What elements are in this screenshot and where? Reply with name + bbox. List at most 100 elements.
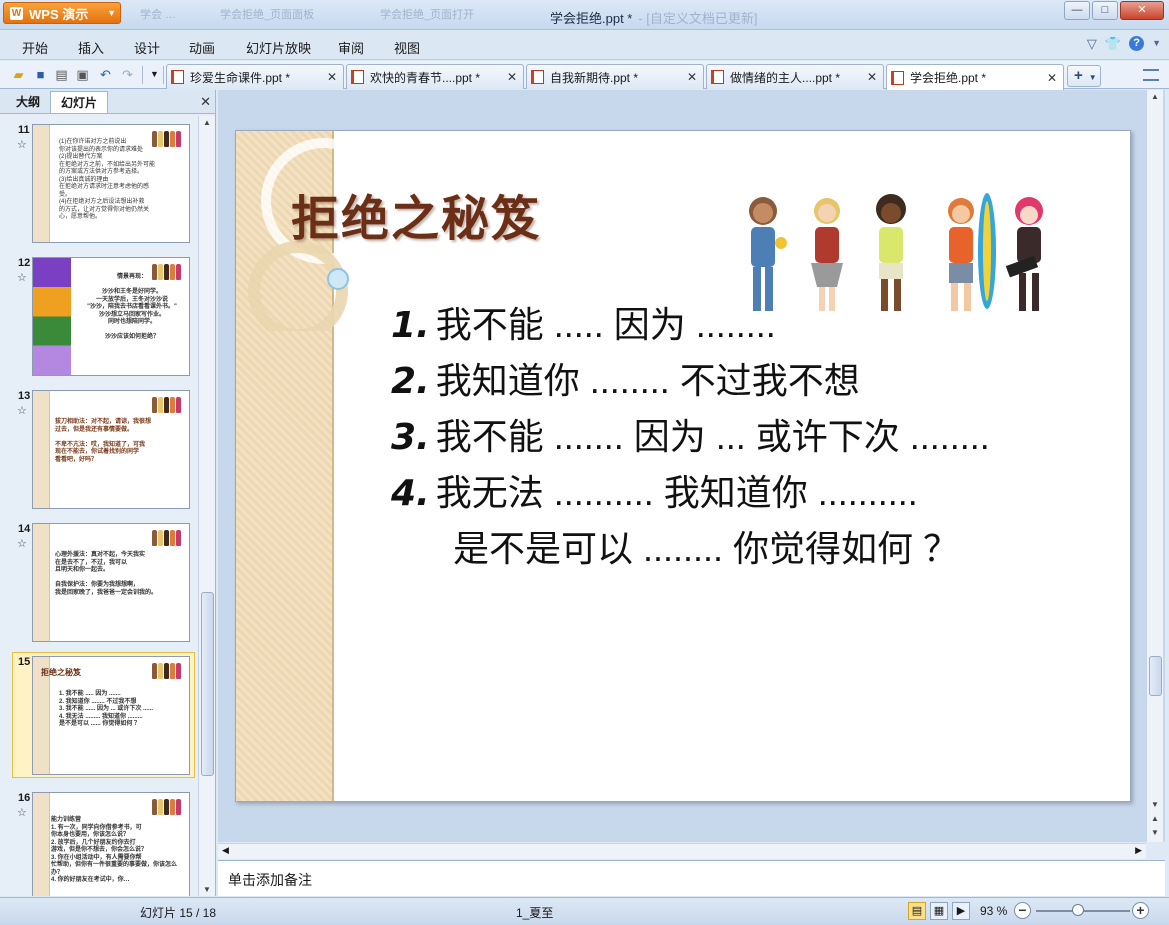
maximize-button[interactable]: □ — [1092, 1, 1118, 20]
normal-view-icon[interactable]: ▤ — [908, 902, 926, 920]
minimize-button[interactable]: — — [1064, 1, 1090, 20]
close-tab-icon[interactable]: ✕ — [685, 70, 699, 84]
tab-slides[interactable]: 幻灯片 — [50, 91, 109, 113]
line-number: 1. — [391, 305, 430, 346]
thumbnail-text: 1. 我不能 ..... 因为 ....... 2. 我知道你 ........… — [59, 691, 154, 727]
help-dropdown-icon[interactable]: ▼ — [1152, 38, 1161, 52]
doc-tab[interactable]: 自我新期待.ppt * ✕ — [526, 64, 704, 89]
menu-animation[interactable]: 动画 — [189, 38, 215, 57]
theme-name: 1_夏至 — [516, 906, 554, 920]
menu-right-icons: ▽ 👕 ? ▼ — [1087, 36, 1161, 52]
scroll-left-icon[interactable]: ◀ — [222, 845, 229, 856]
line-text: 我不能 ....... 因为 ... 或许下次 ........ — [435, 416, 990, 457]
kid-5 — [1005, 197, 1043, 311]
ghost-tab: 学会拒绝_页面面板 — [220, 9, 315, 21]
thumbnail-scrollbar[interactable]: ▲ ▼ — [198, 116, 215, 896]
thumb-kids-image — [152, 799, 181, 815]
wps-menu-button[interactable]: W WPS 演示 ▼ — [3, 2, 121, 24]
menu-home[interactable]: 开始 — [22, 38, 48, 57]
thumbnail-row[interactable]: 12 ☆ 情景再现： 沙沙和王冬是好同学。 一天放学后，王冬对沙沙说 "沙沙，陪… — [0, 257, 198, 379]
print-preview-icon[interactable]: ▣ — [74, 66, 91, 83]
filter-icon[interactable]: ▽ — [1087, 36, 1097, 52]
thumbnail-row-selected[interactable]: 15 拒绝之秘笈 1. 我不能 ..... 因为 ....... 2. 我知道你… — [0, 652, 198, 778]
help-icon[interactable]: ? — [1129, 36, 1145, 51]
menu-review[interactable]: 审阅 — [338, 38, 364, 57]
line-text: 是不是可以 ........ 你觉得如何 ？ — [453, 528, 960, 569]
doc-tab-label: 珍爱生命课件.ppt * — [190, 70, 291, 85]
zoom-level[interactable]: 93 % — [980, 904, 1007, 918]
skin-icon[interactable]: 👕 — [1105, 36, 1121, 52]
menu-view[interactable]: 视图 — [394, 38, 420, 57]
slide-thumbnail[interactable]: 拒绝之秘笈 1. 我不能 ..... 因为 ....... 2. 我知道你 ..… — [32, 656, 190, 775]
next-slide-icon[interactable]: ▼ — [1151, 828, 1159, 837]
print-icon[interactable]: ▤ — [53, 66, 70, 83]
close-panel-icon[interactable]: ✕ — [200, 94, 211, 110]
scroll-right-icon[interactable]: ▶ — [1135, 845, 1142, 856]
scroll-down-icon[interactable]: ▼ — [1151, 800, 1159, 809]
ppt-file-icon — [531, 70, 544, 84]
scrollbar-thumb[interactable] — [1149, 656, 1162, 696]
undo-icon[interactable]: ↶ — [97, 66, 114, 83]
menu-design[interactable]: 设计 — [134, 38, 160, 57]
slide-canvas[interactable]: 拒绝之秘笈 1. 我不能 ..... 因为 ........ 2. 我知道你 .… — [235, 130, 1131, 802]
notes-pane[interactable]: 单击添加备注 — [218, 860, 1165, 896]
thumbnail-row[interactable]: 14 ☆ 心理外援法：真对不起，今天我实 在是去不了，不过，我可以 且明天和你一… — [0, 523, 198, 645]
quick-toolbar: ▰ ■ ▤ ▣ ↶ ↷ ▼ 珍爱生命课件.ppt * ✕ 欢快的青春节....p… — [0, 61, 1169, 90]
thumbnail-number: 16 — [18, 792, 31, 804]
save-icon[interactable]: ■ — [32, 66, 49, 83]
previous-slide-icon[interactable]: ▲ — [1151, 814, 1159, 823]
slide-counter: 幻灯片 15 / 18 — [140, 906, 217, 920]
thumbnail-number: 13 — [18, 390, 31, 402]
wps-menu-label: WPS 演示 — [29, 6, 89, 22]
close-tab-icon[interactable]: ✕ — [505, 70, 519, 84]
scroll-up-icon[interactable]: ▲ — [1151, 92, 1159, 101]
slide-thumbnail[interactable]: 情景再现： 沙沙和王冬是好同学。 一天放学后，王冬对沙沙说 "沙沙，陪我去书店看… — [32, 257, 190, 376]
slide-body-text[interactable]: 1. 我不能 ..... 因为 ........ 2. 我知道你 ........ … — [391, 297, 990, 576]
thumbnail-number: 11 — [18, 124, 30, 136]
new-tab-button[interactable]: + ▼ — [1067, 65, 1101, 87]
thumbnail-number: 15 — [18, 656, 31, 668]
slide-thumbnail[interactable]: 心理外援法：真对不起，今天我实 在是去不了，不过，我可以 且明天和你一起去。 自… — [32, 523, 190, 642]
zoom-out-button[interactable]: − — [1014, 902, 1031, 919]
slide-thumbnail[interactable]: 能力训练营 1. 有一次，同学向你借参考书，可 你本身也要用，你该怎么说？ 2.… — [32, 792, 190, 896]
doc-tab[interactable]: 欢快的青春节....ppt * ✕ — [346, 64, 524, 89]
animation-star-icon: ☆ — [17, 538, 27, 550]
slide-title[interactable]: 拒绝之秘笈 — [291, 179, 541, 249]
menu-insert[interactable]: 插入 — [78, 38, 104, 57]
doc-tab-active[interactable]: 学会拒绝.ppt * ✕ — [886, 64, 1064, 90]
slide-thumbnail[interactable]: (1)在你许诺对方之前说出 你对该提出的表示你的请求难处 (2)提出替代方案 在… — [32, 124, 190, 243]
menu-bar: 开始 插入 设计 动画 幻灯片放映 审阅 视图 ▽ 👕 ? ▼ — [0, 30, 1169, 60]
customize-icon[interactable]: ▼ — [146, 66, 163, 83]
thumbnail-row[interactable]: 13 ☆ 拔刀相助法：对不起，请谅，我很想 过去，但是我还有事情要做。 不卑不亢… — [0, 390, 198, 512]
notes-placeholder[interactable]: 单击添加备注 — [228, 870, 312, 890]
tab-outline[interactable]: 大纲 — [6, 91, 50, 113]
thumbnail-row[interactable]: 11 ☆ (1)在你许诺对方之前说出 你对该提出的表示你的请求难处 (2)提出替… — [0, 124, 198, 246]
close-tab-icon[interactable]: ✕ — [325, 70, 339, 84]
thumb-decoration — [33, 391, 50, 508]
close-tab-icon[interactable]: ✕ — [865, 70, 879, 84]
doc-tab[interactable]: 珍爱生命课件.ppt * ✕ — [166, 64, 344, 89]
scroll-down-icon[interactable]: ▼ — [203, 885, 211, 894]
redo-icon[interactable]: ↷ — [119, 66, 136, 83]
new-tab-dropdown-icon: ▼ — [1088, 73, 1097, 82]
slide-thumbnail[interactable]: 拔刀相助法：对不起，请谅，我很想 过去，但是我还有事情要做。 不卑不亢法：哎，我… — [32, 390, 190, 509]
tab-list-icon[interactable] — [1143, 69, 1159, 81]
close-tab-icon[interactable]: ✕ — [1045, 71, 1059, 85]
doc-tab-label: 自我新期待.ppt * — [550, 70, 639, 85]
zoom-in-button[interactable]: + — [1132, 902, 1149, 919]
status-bar: 幻灯片 15 / 18 1_夏至 ▤ ▦ ▶ 93 % − + — [0, 897, 1169, 925]
editor-vertical-scrollbar[interactable]: ▲ ▼ ▲ ▼ — [1146, 90, 1163, 842]
thumbnail-row[interactable]: 16 ☆ 能力训练营 1. 有一次，同学向你借参考书，可 你本身也要用，你该怎么… — [0, 792, 198, 896]
doc-tab[interactable]: 做情绪的主人....ppt * ✕ — [706, 64, 884, 89]
slideshow-view-icon[interactable]: ▶ — [952, 902, 970, 920]
slide-sorter-icon[interactable]: ▦ — [930, 902, 948, 920]
line-number: 4. — [391, 473, 430, 514]
scroll-up-icon[interactable]: ▲ — [203, 118, 211, 127]
scrollbar-thumb[interactable] — [201, 592, 214, 776]
open-folder-icon[interactable]: ▰ — [10, 66, 27, 83]
menu-slideshow[interactable]: 幻灯片放映 — [246, 38, 311, 57]
editor-horizontal-scrollbar[interactable]: ◀ ▶ — [218, 843, 1146, 859]
slide-line: 是不是可以 ........ 你觉得如何 ？ — [391, 521, 990, 576]
zoom-slider-knob[interactable] — [1072, 904, 1085, 916]
close-button[interactable]: ✕ — [1120, 1, 1164, 20]
